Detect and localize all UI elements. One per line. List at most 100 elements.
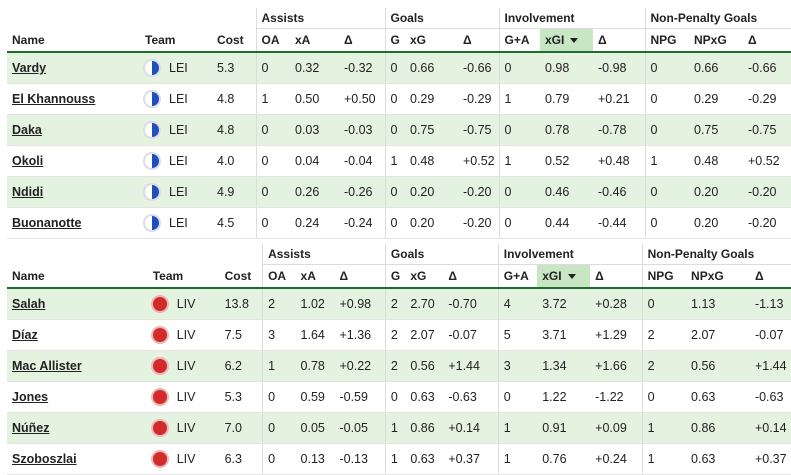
col-xg[interactable]: xG <box>405 264 444 289</box>
stat-dg: -0.66 <box>458 52 499 84</box>
group-involvement: Involvement <box>497 244 643 265</box>
col-delta-goals[interactable]: Δ <box>443 264 499 289</box>
stat-npg: 0 <box>644 114 689 146</box>
col-delta-assists[interactable]: Δ <box>339 28 385 53</box>
col-delta-npg[interactable]: Δ <box>743 28 791 53</box>
stat-da: +0.50 <box>339 83 385 115</box>
col-npg[interactable]: NPG <box>641 264 687 289</box>
stat-di: -0.44 <box>593 207 645 239</box>
player-name-link[interactable]: Buonanotte <box>7 207 140 239</box>
col-delta-goals[interactable]: Δ <box>458 28 499 53</box>
column-header-row: Name Team Cost OA xA Δ G xG Δ G+A xGI Δ … <box>7 264 791 289</box>
stat-xa: 0.26 <box>290 176 339 208</box>
stat-npxg: 0.20 <box>689 176 743 208</box>
player-stats-table-liv: Assists Goals Involvement Non-Penalty Go… <box>7 244 791 475</box>
stat-dg: -0.70 <box>443 288 499 320</box>
table-row: Núñez LIV 7.0 0 0.05 -0.05 1 0.86 +0.14 1 0.91 +0.0… <box>7 412 791 444</box>
stat-dg: -0.07 <box>443 319 499 351</box>
stat-da: -0.59 <box>334 381 386 413</box>
table-row: Salah LIV 13.8 2 1.02 +0.98 2 2.70 -0.70 4 3.72 +0.… <box>7 288 791 320</box>
team-crest-icon <box>143 213 161 232</box>
stat-xg: 0.75 <box>405 114 458 146</box>
table-row: Szoboszlai LIV 6.3 0 0.13 -0.13 1 0.63 +0.37 1 0.7… <box>7 443 791 475</box>
col-delta-npg[interactable]: Δ <box>749 264 791 289</box>
player-name-link[interactable]: El Khannouss <box>7 83 140 115</box>
stat-xa: 0.50 <box>290 83 339 115</box>
col-npxg[interactable]: NPxG <box>689 28 743 53</box>
stat-oa: 0 <box>262 381 296 413</box>
player-name-link[interactable]: Ndidi <box>7 176 140 208</box>
stat-da: -0.24 <box>339 207 385 239</box>
stat-dn: +1.44 <box>749 350 791 382</box>
stat-oa: 0 <box>255 145 290 177</box>
player-name-link[interactable]: Mac Allister <box>7 350 148 382</box>
stat-xg: 0.56 <box>405 350 444 382</box>
stat-da: -0.26 <box>339 176 385 208</box>
player-name-link[interactable]: Díaz <box>7 319 148 351</box>
table-row: Mac Allister LIV 6.2 1 0.78 +0.22 2 0.56 +1.44 3 1… <box>7 350 791 382</box>
stat-cost: 5.3 <box>212 52 256 84</box>
col-npg[interactable]: NPG <box>644 28 689 53</box>
team-cell: LIV <box>147 443 220 475</box>
col-xa[interactable]: xA <box>290 28 339 53</box>
stat-da: +0.22 <box>334 350 386 382</box>
group-spacer <box>7 244 263 265</box>
player-name-link[interactable]: Okoli <box>7 145 140 177</box>
stat-npxg: 0.20 <box>689 207 743 239</box>
col-delta-involvement[interactable]: Δ <box>590 264 643 289</box>
col-cost[interactable]: Cost <box>212 28 256 53</box>
group-goals: Goals <box>384 8 499 29</box>
col-cost[interactable]: Cost <box>219 264 263 289</box>
stat-oa: 0 <box>262 412 296 444</box>
col-xa[interactable]: xA <box>295 264 335 289</box>
stat-di: +1.29 <box>590 319 643 351</box>
stat-cost: 4.9 <box>212 176 256 208</box>
table-row: Ndidi LEI 4.9 0 0.26 -0.26 0 0.20 -0.20 0 0.46 -0.4… <box>7 176 791 208</box>
col-name[interactable]: Name <box>7 28 140 53</box>
col-delta-involvement[interactable]: Δ <box>593 28 645 53</box>
stat-cost: 6.2 <box>219 350 263 382</box>
team-cell: LEI <box>140 83 212 115</box>
col-oa[interactable]: OA <box>262 264 296 289</box>
stat-xg: 0.20 <box>405 176 458 208</box>
col-team[interactable]: Team <box>140 28 212 53</box>
stat-xgi: 0.46 <box>540 176 593 208</box>
stat-xgi: 3.71 <box>537 319 591 351</box>
player-name-link[interactable]: Szoboszlai <box>7 443 148 475</box>
stat-dn: +0.37 <box>749 443 791 475</box>
player-name-link[interactable]: Núñez <box>7 412 148 444</box>
team-abbreviation: LIV <box>176 389 196 404</box>
stat-dg: -0.20 <box>458 176 499 208</box>
col-name[interactable]: Name <box>7 264 148 289</box>
stat-dn: -0.63 <box>749 381 791 413</box>
col-xg[interactable]: xG <box>405 28 458 53</box>
player-name-link[interactable]: Salah <box>7 288 148 320</box>
stat-ga: 0 <box>497 381 538 413</box>
col-g[interactable]: G <box>384 264 406 289</box>
stat-npxg: 0.75 <box>689 114 743 146</box>
stat-dn: -0.29 <box>743 83 791 115</box>
player-name-link[interactable]: Daka <box>7 114 140 146</box>
stat-xa: 0.32 <box>290 52 339 84</box>
player-name-link[interactable]: Jones <box>7 381 148 413</box>
stat-dn: -0.20 <box>743 207 791 239</box>
col-xgi-sorted[interactable]: xGI <box>540 28 593 53</box>
col-team[interactable]: Team <box>147 264 220 289</box>
team-cell: LEI <box>140 207 212 239</box>
col-ga[interactable]: G+A <box>497 264 538 289</box>
player-name-link[interactable]: Vardy <box>7 52 140 84</box>
sort-desc-icon <box>567 274 576 280</box>
team-crest-icon <box>150 325 169 344</box>
col-npxg[interactable]: NPxG <box>686 264 750 289</box>
col-oa[interactable]: OA <box>255 28 290 53</box>
group-assists: Assists <box>262 244 386 265</box>
stat-npg: 0 <box>641 288 687 320</box>
col-ga[interactable]: G+A <box>498 28 540 53</box>
col-xgi-sorted[interactable]: xGI <box>537 264 591 289</box>
stat-xa: 0.13 <box>295 443 335 475</box>
stat-da: -0.03 <box>339 114 385 146</box>
col-delta-assists[interactable]: Δ <box>334 264 386 289</box>
stat-di: -1.22 <box>590 381 643 413</box>
col-g[interactable]: G <box>384 28 405 53</box>
stat-npxg: 0.48 <box>689 145 743 177</box>
